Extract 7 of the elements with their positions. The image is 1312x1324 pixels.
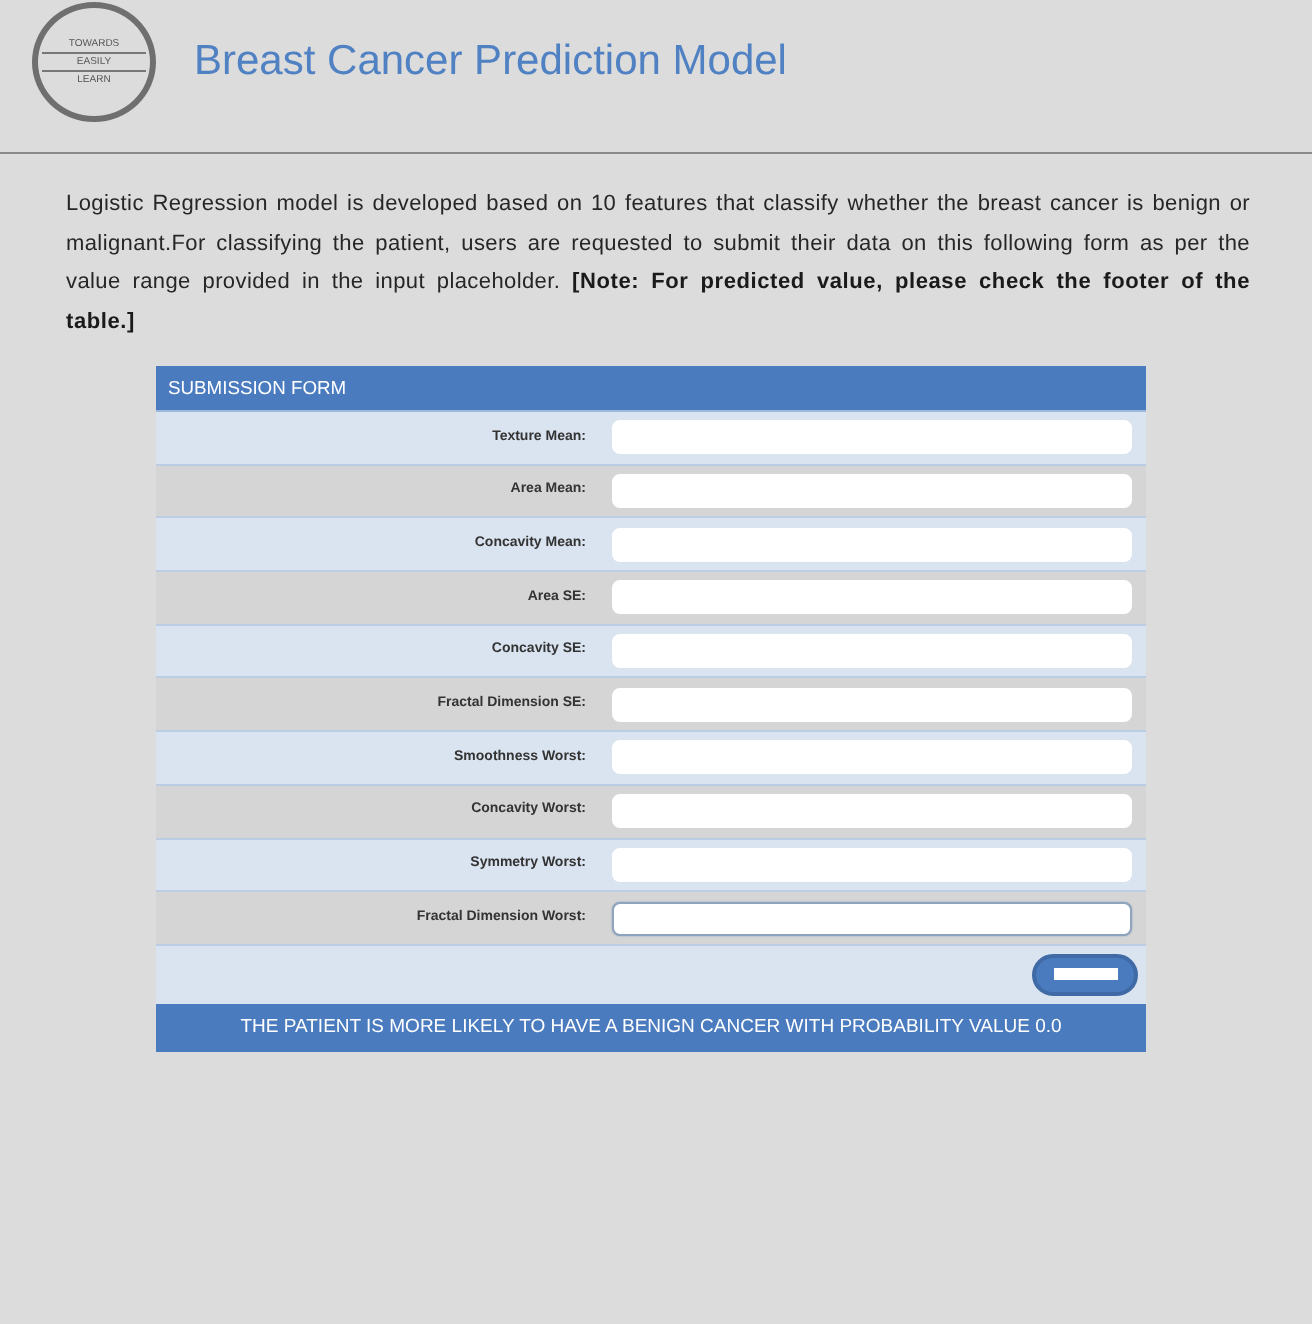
bar-icon (1053, 968, 1117, 981)
submit-button[interactable] (1032, 953, 1138, 996)
page-title: Breast Cancer Prediction Model (194, 36, 787, 88)
input-field[interactable] (612, 901, 1132, 936)
result-text: THE PATIENT IS MORE LIKELY TO HAVE A BENIGN CANCER WITH PROBABILITY VALUE 0.0 (240, 1013, 1062, 1042)
form-title: SUBMISSION FORM (168, 373, 347, 402)
intro-paragraph: Logistic Regression model is developed based on 10 features that classify whether the breast cancer is benign or malignant.For classifying the patient, users are requested to submit their data on this following form as per the value range provided in the input placeholder. [Note: For predicted value, please check the footer of the table.] (66, 190, 1250, 337)
